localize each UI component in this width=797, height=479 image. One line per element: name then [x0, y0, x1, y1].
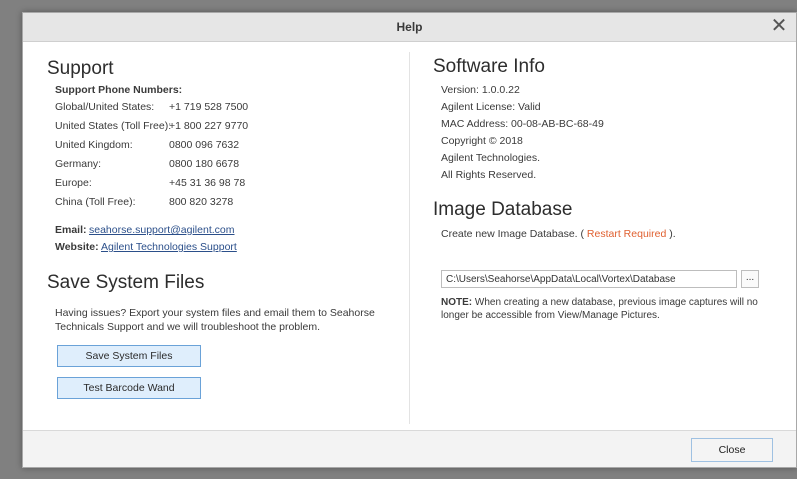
- close-icon[interactable]: ✕: [768, 15, 790, 37]
- phone-label-germany: Germany:: [55, 158, 102, 170]
- phone-number-china: 800 820 3278: [169, 196, 234, 208]
- dialog-title: Help: [396, 20, 423, 34]
- browse-button[interactable]: ...: [741, 270, 759, 288]
- save-system-files-button[interactable]: Save System Files: [57, 345, 201, 367]
- phone-label-global: Global/United States:: [55, 101, 155, 113]
- phone-label-us-toll-free: United States (Toll Free):: [55, 120, 172, 132]
- note-label: NOTE:: [441, 297, 473, 308]
- phone-number-us-toll-free: +1 800 227 9770: [169, 120, 249, 132]
- phone-number-uk: 0800 096 7632: [169, 139, 240, 151]
- image-database-heading: Image Database: [433, 199, 573, 220]
- note-text: When creating a new database, previous i…: [441, 297, 758, 321]
- support-heading: Support: [47, 58, 114, 79]
- phone-number-germany: 0800 180 6678: [169, 158, 240, 170]
- website-label: Website:: [55, 241, 99, 253]
- phone-label-uk: United Kingdom:: [55, 139, 133, 151]
- license-text: Agilent License: Valid: [441, 101, 541, 113]
- website-link[interactable]: Agilent Technologies Support: [101, 241, 237, 253]
- create-database-prefix: Create new Image Database. (: [441, 228, 584, 240]
- test-barcode-wand-button[interactable]: Test Barcode Wand: [57, 377, 201, 399]
- phone-label-europe: Europe:: [55, 177, 92, 189]
- close-button[interactable]: Close: [691, 438, 773, 462]
- create-database-suffix: ).: [669, 228, 676, 240]
- software-info-heading: Software Info: [433, 56, 545, 77]
- help-dialog: Help ✕ Support Support Phone Numbers: Gl…: [22, 12, 797, 468]
- dialog-titlebar: Help ✕: [23, 13, 796, 42]
- save-files-heading: Save System Files: [47, 272, 205, 293]
- copyright-text: Copyright © 2018: [441, 135, 523, 147]
- rights-text: All Rights Reserved.: [441, 169, 537, 181]
- phone-number-global: +1 719 528 7500: [169, 101, 249, 113]
- dialog-body: Support Support Phone Numbers: Global/Un…: [23, 42, 796, 431]
- phone-number-europe: +45 31 36 98 78: [169, 177, 246, 189]
- restart-required-label: Restart Required: [586, 228, 667, 240]
- email-link[interactable]: seahorse.support@agilent.com: [89, 224, 235, 236]
- save-files-description: Having issues? Export your system files …: [55, 307, 375, 333]
- database-path-input[interactable]: C:\Users\Seahorse\AppData\Local\Vortex\D…: [441, 270, 737, 288]
- create-database-text: Create new Image Database. ( Restart Req…: [441, 228, 676, 240]
- database-note: NOTE: When creating a new database, prev…: [441, 296, 761, 322]
- email-label: Email:: [55, 224, 87, 236]
- column-divider: [409, 52, 410, 424]
- company-text: Agilent Technologies.: [441, 152, 541, 164]
- footer-divider: [23, 430, 796, 431]
- phone-label-china: China (Toll Free):: [55, 196, 136, 208]
- version-text: Version: 1.0.0.22: [441, 84, 520, 96]
- mac-address-text: MAC Address: 00-08-AB-BC-68-49: [441, 118, 604, 130]
- phone-numbers-heading: Support Phone Numbers:: [55, 84, 183, 96]
